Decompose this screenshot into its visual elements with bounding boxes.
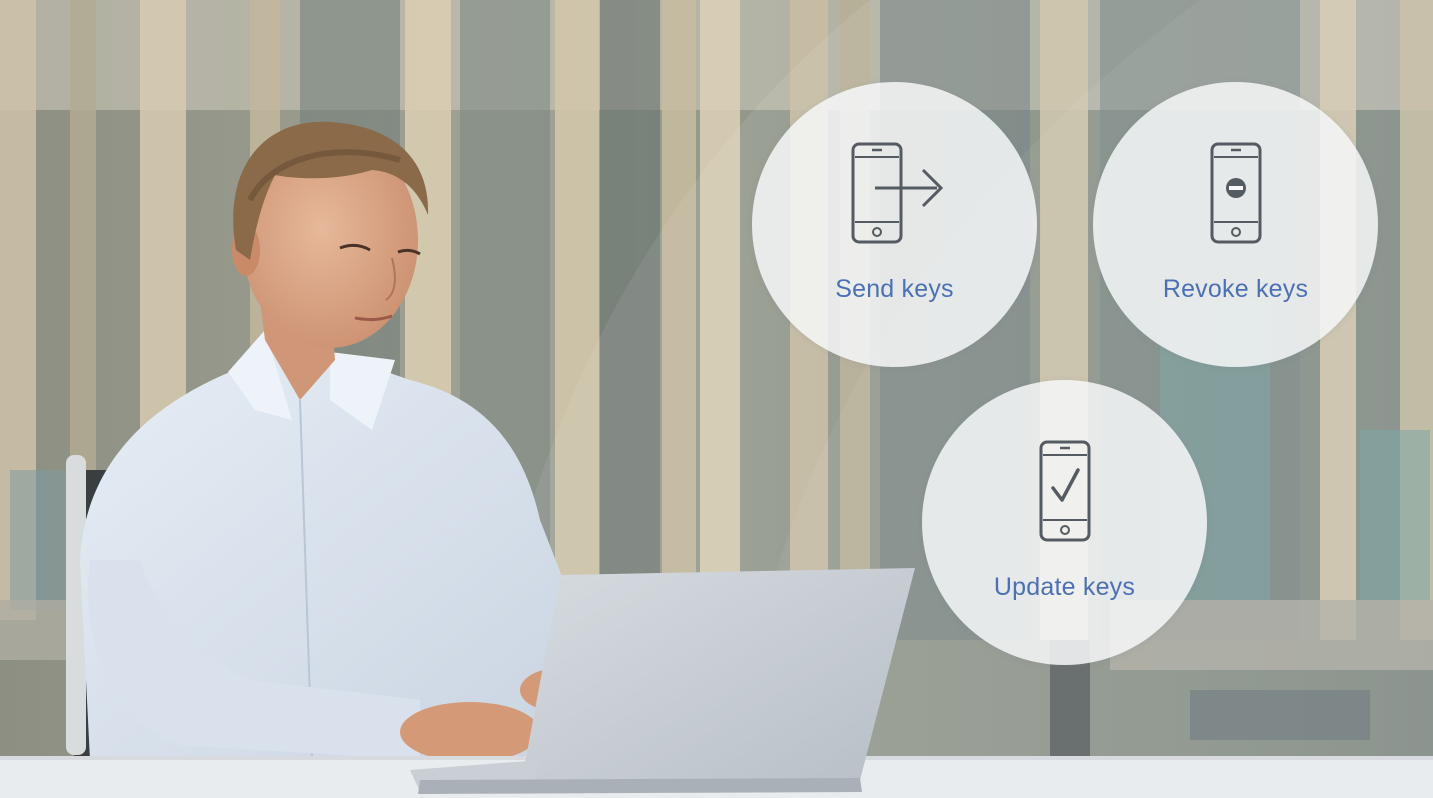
hero-banner: Send keys Revoke keys Update keys bbox=[0, 0, 1433, 798]
send-keys-label: Send keys bbox=[835, 275, 954, 303]
update-keys-button[interactable]: Update keys bbox=[922, 380, 1207, 665]
phone-update-icon bbox=[1039, 440, 1090, 542]
phone-send-icon bbox=[851, 142, 943, 244]
revoke-keys-label: Revoke keys bbox=[1162, 275, 1309, 303]
send-keys-button[interactable]: Send keys bbox=[752, 82, 1037, 367]
revoke-keys-button[interactable]: Revoke keys bbox=[1093, 82, 1378, 367]
update-keys-label: Update keys bbox=[993, 573, 1136, 601]
phone-revoke-icon bbox=[1210, 142, 1261, 244]
